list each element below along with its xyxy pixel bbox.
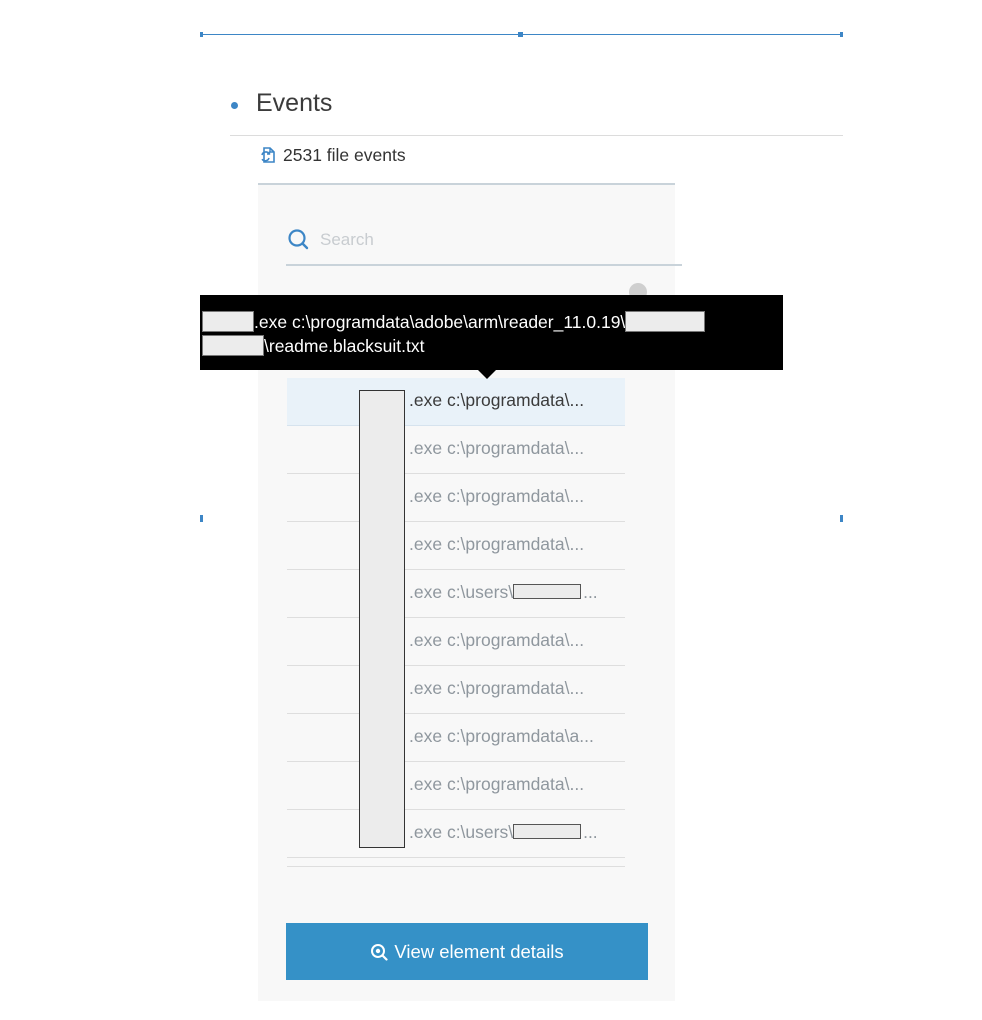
list-item-text: .exe c:\users\ <box>409 822 514 842</box>
list-item-text: .exe c:\programdata\... <box>409 774 585 794</box>
redaction-box <box>513 824 582 839</box>
section-title: Events <box>256 89 333 117</box>
list-item[interactable]: .exe c:\programdata\... <box>287 378 625 426</box>
list-item[interactable]: .exe c:\programdata\... <box>287 618 625 666</box>
panel-divider <box>258 183 675 185</box>
list-item-text-wrap: .exe c:\users\... <box>409 822 598 843</box>
list-item[interactable]: .exe c:\users\... <box>287 570 625 618</box>
path-tooltip: .exe c:\programdata\adobe\arm\reader_11.… <box>200 295 783 379</box>
tooltip-line-1-text: .exe c:\programdata\adobe\arm\reader_11.… <box>254 312 626 332</box>
list-item-text-wrap: .exe c:\users\... <box>409 582 598 603</box>
list-item[interactable]: .exe c:\programdata\... <box>287 474 625 522</box>
list-item-text: .exe c:\programdata\... <box>409 390 585 410</box>
search-input[interactable] <box>318 226 682 254</box>
list-item-text: .exe c:\programdata\... <box>409 678 585 698</box>
section-divider <box>230 135 843 136</box>
resize-handle-top-middle[interactable] <box>518 32 523 37</box>
view-element-details-label: View element details <box>394 940 564 962</box>
tooltip-line-1: .exe c:\programdata\adobe\arm\reader_11.… <box>202 311 706 333</box>
file-refresh-icon <box>261 147 275 163</box>
list-item[interactable]: .exe c:\programdata\... <box>287 522 625 570</box>
section-bullet-icon <box>231 102 238 109</box>
tooltip-line-2-text: \readme.blacksuit.txt <box>264 336 425 356</box>
tooltip-line-2: \readme.blacksuit.txt <box>202 335 424 357</box>
file-events-count: 2531 file events <box>283 145 406 165</box>
view-element-details-button[interactable]: View element details <box>286 923 648 980</box>
search-icon <box>288 229 309 250</box>
resize-handle-top-left[interactable] <box>200 32 203 37</box>
redaction-box <box>513 584 582 599</box>
tooltip-arrow <box>478 370 496 379</box>
list-item-text: .exe c:\programdata\... <box>409 630 585 650</box>
events-list: .exe c:\programdata\... .exe c:\programd… <box>287 378 625 858</box>
list-item-ellipsis: ... <box>583 822 598 842</box>
list-item-text: .exe c:\programdata\... <box>409 486 585 506</box>
resize-handle-middle-right[interactable] <box>840 515 843 522</box>
list-item-text: .exe c:\programdata\a... <box>409 726 594 746</box>
redaction-box <box>202 335 264 356</box>
redaction-box <box>202 311 254 332</box>
redaction-box <box>625 311 706 332</box>
list-item[interactable]: .exe c:\users\... <box>287 810 625 858</box>
search-underline <box>286 264 682 266</box>
list-item[interactable]: .exe c:\programdata\... <box>287 426 625 474</box>
redaction-box <box>359 390 405 848</box>
list-item[interactable]: .exe c:\programdata\... <box>287 666 625 714</box>
list-item-text: .exe c:\programdata\... <box>409 438 585 458</box>
list-divider <box>287 866 625 867</box>
magnifier-eye-icon <box>371 943 388 961</box>
list-item-ellipsis: ... <box>583 582 598 602</box>
resize-handle-top-right[interactable] <box>840 32 843 37</box>
list-item[interactable]: .exe c:\programdata\... <box>287 762 625 810</box>
list-item-text: .exe c:\users\ <box>409 582 514 602</box>
list-item[interactable]: .exe c:\programdata\a... <box>287 714 625 762</box>
resize-handle-middle-left[interactable] <box>200 515 203 522</box>
list-item-text: .exe c:\programdata\... <box>409 534 585 554</box>
